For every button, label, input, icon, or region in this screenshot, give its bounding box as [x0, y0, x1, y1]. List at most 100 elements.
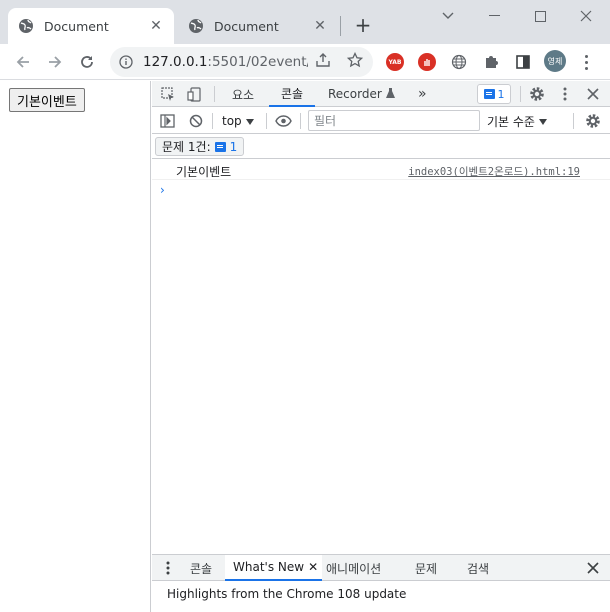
drawer-tab-search[interactable]: 검색 [467, 555, 489, 581]
toolbar-divider [520, 86, 521, 102]
url-text[interactable]: 127.0.0.1:5501/02event/... [143, 54, 308, 70]
tab-recorder-label: Recorder [328, 87, 382, 101]
whats-new-heading: Highlights from the Chrome 108 update [167, 587, 407, 601]
toolbar-divider [212, 113, 213, 129]
clear-console-icon[interactable] [186, 111, 206, 131]
issues-counter[interactable]: 1 [477, 84, 511, 104]
console-filter-bar: top 필터 기본 수준 [152, 108, 610, 134]
tab-search-icon[interactable] [428, 4, 468, 28]
issue-count: 1 [497, 87, 505, 101]
close-tab-icon[interactable]: ✕ [148, 18, 164, 34]
globe-icon[interactable] [450, 53, 468, 71]
drawer-tab-whats-new-label: What's New [233, 560, 305, 574]
issue-icon [483, 89, 495, 99]
drawer-menu-icon[interactable] [158, 558, 178, 578]
avatar-initial: 영제 [547, 56, 563, 66]
drawer-tab-animations-label: 애니메이션 [326, 561, 382, 576]
url-path: :5501/02event/... [207, 54, 308, 70]
browser-tab[interactable]: Document ✕ [178, 8, 338, 44]
tab-title: Document [44, 18, 109, 34]
toolbar-divider [300, 113, 301, 129]
close-window-button[interactable] [566, 4, 606, 28]
more-tabs-label: » [418, 86, 427, 102]
context-value: top [222, 114, 242, 128]
forward-button[interactable] [41, 48, 69, 76]
issue-icon [214, 141, 226, 152]
drawer-tab-issues[interactable]: 문제 [415, 555, 437, 581]
console-message-row: 기본이벤트 index03(이벤트2온로드).html:19 [152, 160, 610, 180]
new-tab-button[interactable]: + [350, 12, 376, 38]
context-selector[interactable]: top [222, 112, 254, 130]
tab-console-label: 콘솔 [281, 86, 304, 101]
side-panel-icon[interactable] [514, 53, 532, 71]
issues-button[interactable]: 문제 1건: 1 [155, 137, 245, 156]
close-drawer-icon[interactable] [583, 558, 603, 578]
stop-hand-icon[interactable] [418, 53, 436, 71]
console-filter-input[interactable]: 필터 [308, 110, 480, 131]
bookmark-star-icon[interactable] [346, 51, 364, 69]
toolbar-divider [573, 113, 574, 129]
close-tab-icon[interactable]: ✕ [312, 18, 328, 34]
devtools-tabbar: 요소 콘솔 Recorder » 1 [152, 81, 610, 107]
site-info-icon[interactable] [118, 54, 134, 70]
flask-icon [385, 87, 395, 101]
more-tabs-button[interactable]: » [418, 81, 427, 107]
console-prompt-chevron-icon[interactable]: › [160, 183, 165, 197]
browser-toolbar: 127.0.0.1:5501/02event/... YAB 영제 [0, 44, 610, 80]
tab-console[interactable]: 콘솔 [269, 81, 316, 107]
share-icon[interactable] [314, 51, 332, 69]
toolbar-divider [214, 86, 215, 102]
sidebar-toggle-icon[interactable] [157, 111, 177, 131]
drawer-tab-console-label: 콘솔 [190, 561, 213, 576]
page-viewport: 기본이벤트 [0, 81, 151, 612]
puzzle-icon[interactable] [482, 53, 500, 71]
issues-count: 1 [229, 139, 238, 154]
drawer-tab-search-label: 검색 [467, 561, 490, 576]
close-devtools-icon[interactable] [583, 84, 603, 104]
filter-placeholder: 필터 [314, 114, 337, 128]
eye-icon[interactable] [273, 111, 293, 131]
toolbar-divider [266, 113, 267, 129]
yab-label: YAB [388, 58, 402, 66]
default-event-button[interactable]: 기본이벤트 [9, 88, 85, 112]
tab-elements[interactable]: 요소 [232, 81, 254, 107]
browser-menu-icon[interactable] [578, 52, 594, 72]
globe-icon [18, 18, 34, 34]
console-settings-gear-icon[interactable] [583, 111, 603, 131]
reload-button[interactable] [73, 48, 101, 76]
tab-separator [340, 16, 341, 36]
more-options-icon[interactable] [555, 84, 575, 104]
dropdown-arrow-icon [245, 114, 254, 128]
url-host: 127.0.0.1 [143, 54, 208, 70]
minimize-button[interactable] [474, 4, 514, 28]
tab-title: Document [214, 18, 279, 34]
yab-icon[interactable]: YAB [386, 53, 404, 71]
log-level-selector[interactable]: 기본 수준 [487, 112, 547, 130]
back-button[interactable] [9, 48, 37, 76]
address-bar[interactable]: 127.0.0.1:5501/02event/... [110, 47, 373, 77]
console-source-link[interactable]: index03(이벤트2온로드).html:19 [408, 164, 580, 179]
log-level-value: 기본 수준 [487, 114, 535, 129]
drawer-tab-animations[interactable]: 애니메이션 [326, 555, 381, 581]
tab-elements-label: 요소 [232, 87, 255, 102]
drawer-tab-issues-label: 문제 [415, 561, 438, 576]
tab-recorder[interactable]: Recorder [328, 81, 395, 107]
drawer-tabbar: 콘솔 What's New ✕ 애니메이션 문제 검색 [152, 554, 610, 581]
drawer-tab-console[interactable]: 콘솔 [190, 555, 212, 581]
drawer-tab-whats-new[interactable]: What's New ✕ [225, 555, 323, 581]
console-message-text: 기본이벤트 [176, 165, 232, 179]
inspect-element-icon[interactable] [158, 84, 178, 104]
close-icon[interactable]: ✕ [308, 560, 318, 574]
globe-icon [188, 18, 204, 34]
whats-new-panel: Highlights from the Chrome 108 update [152, 581, 610, 612]
issues-label: 문제 1건: [162, 140, 211, 154]
browser-tab-active[interactable]: Document ✕ [8, 8, 174, 44]
browser-titlebar: Document ✕ Document ✕ + [0, 0, 610, 44]
avatar[interactable]: 영제 [544, 50, 566, 72]
dropdown-arrow-icon [538, 114, 547, 128]
device-toolbar-icon[interactable] [184, 84, 204, 104]
maximize-button[interactable] [520, 4, 560, 28]
devtools-panel: 요소 콘솔 Recorder » 1 top 필터 기본 수준 문제 1건: 1… [152, 81, 610, 612]
issues-bar: 문제 1건: 1 [152, 135, 610, 159]
settings-gear-icon[interactable] [527, 84, 547, 104]
